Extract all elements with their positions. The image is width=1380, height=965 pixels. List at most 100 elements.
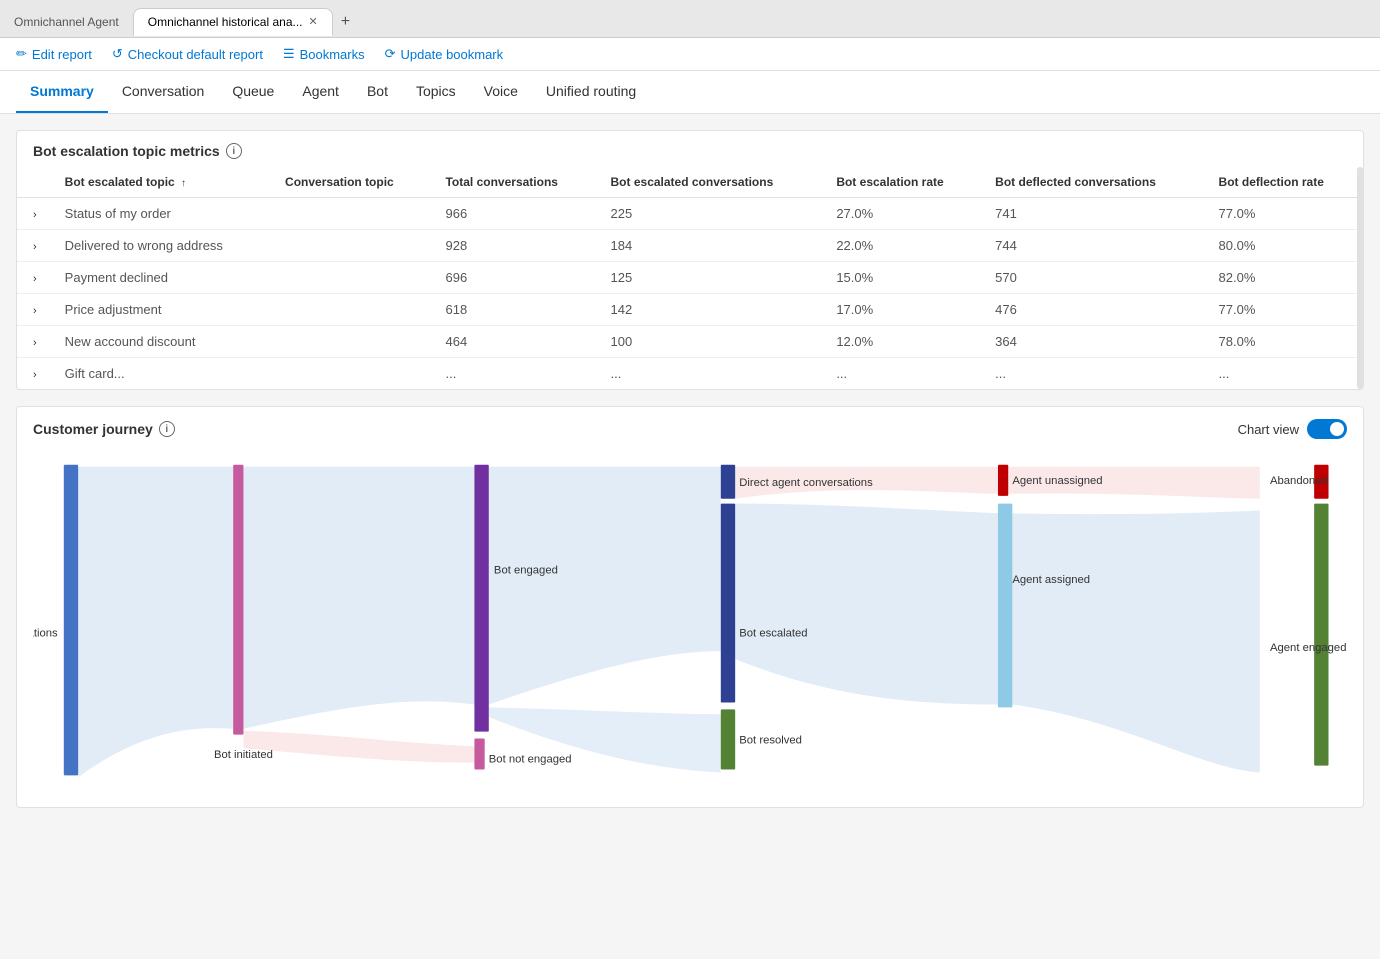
conv-topic-cell	[273, 230, 433, 262]
topic-cell: Delivered to wrong address	[53, 230, 273, 262]
esc-rate-cell: 22.0%	[824, 230, 983, 262]
total-cell: 966	[433, 198, 598, 230]
deflected-cell: 570	[983, 262, 1206, 294]
tab-close-icon[interactable]: ✕	[309, 15, 318, 28]
journey-title-text: Customer journey	[33, 421, 153, 437]
bot-metrics-header: Bot escalation topic metrics i	[17, 131, 1363, 167]
esc-rate-cell: 12.0%	[824, 326, 983, 358]
tab-queue[interactable]: Queue	[218, 71, 288, 113]
table-row: › Price adjustment 618 142 17.0% 476 77.…	[17, 294, 1363, 326]
browser-tab-bar: Omnichannel Agent Omnichannel historical…	[0, 0, 1380, 38]
esc-rate-cell: 27.0%	[824, 198, 983, 230]
tab-unified-routing[interactable]: Unified routing	[532, 71, 650, 113]
total-cell: 464	[433, 326, 598, 358]
sankey-container: Customer conversations Bot initiated Bot…	[17, 447, 1363, 807]
defl-rate-cell: 80.0%	[1207, 230, 1363, 262]
expand-cell[interactable]: ›	[17, 326, 53, 358]
total-cell: ...	[433, 358, 598, 390]
node-bot-resolved	[721, 709, 735, 769]
escalated-cell: 100	[599, 326, 825, 358]
col-escalation-rate: Bot escalation rate	[824, 167, 983, 198]
total-cell: 618	[433, 294, 598, 326]
label-bot-engaged: Bot engaged	[494, 565, 558, 577]
col-bot-escalated: Bot escalated conversations	[599, 167, 825, 198]
tab-bot[interactable]: Bot	[353, 71, 402, 113]
col-topic: Bot escalated topic ↑	[53, 167, 273, 198]
row-expand-button[interactable]: ›	[29, 209, 41, 221]
journey-info-icon[interactable]: i	[159, 421, 175, 437]
label-bot-not-engaged: Bot not engaged	[489, 754, 572, 766]
checkout-icon: ↺	[112, 46, 123, 62]
add-tab-button[interactable]: +	[333, 11, 358, 33]
deflected-cell: 476	[983, 294, 1206, 326]
bot-metrics-card: Bot escalation topic metrics i Bot escal…	[16, 130, 1364, 390]
bot-metrics-info-icon[interactable]: i	[226, 143, 242, 159]
sankey-chart: Customer conversations Bot initiated Bot…	[33, 457, 1347, 787]
tab-agent[interactable]: Agent	[288, 71, 353, 113]
node-agent-assigned	[998, 504, 1012, 708]
expand-cell[interactable]: ›	[17, 358, 53, 390]
escalated-cell: 142	[599, 294, 825, 326]
edit-icon: ✏	[16, 46, 27, 62]
col-deflected: Bot deflected conversations	[983, 167, 1206, 198]
defl-rate-cell: 82.0%	[1207, 262, 1363, 294]
row-expand-button[interactable]: ›	[29, 305, 41, 317]
scroll-indicator	[1357, 167, 1363, 389]
checkout-default-button[interactable]: ↺ Checkout default report	[112, 46, 263, 62]
col-total: Total conversations	[433, 167, 598, 198]
col-deflection-rate: Bot deflection rate	[1207, 167, 1363, 198]
label-bot-escalated: Bot escalated	[739, 628, 807, 640]
chart-view-label: Chart view	[1238, 422, 1299, 437]
table-row: › Gift card... ... ... ... ... ...	[17, 358, 1363, 390]
esc-rate-cell: 17.0%	[824, 294, 983, 326]
table-row: › Delivered to wrong address 928 184 22.…	[17, 230, 1363, 262]
node-agent-engaged	[1314, 504, 1328, 766]
refresh-icon: ⟳	[385, 46, 396, 62]
deflected-cell: ...	[983, 358, 1206, 390]
defl-rate-cell: 77.0%	[1207, 294, 1363, 326]
topic-cell: Status of my order	[53, 198, 273, 230]
bot-metrics-table-container[interactable]: Bot escalated topic ↑ Conversation topic…	[17, 167, 1363, 389]
tab-omnichannel-agent[interactable]: Omnichannel Agent	[0, 9, 133, 35]
tab-conversation[interactable]: Conversation	[108, 71, 219, 113]
label-agent-unassigned: Agent unassigned	[1012, 475, 1102, 487]
label-agent-engaged: Agent engaged	[1270, 642, 1346, 654]
conv-topic-cell	[273, 326, 433, 358]
expand-cell[interactable]: ›	[17, 230, 53, 262]
bot-metrics-tbody: › Status of my order 966 225 27.0% 741 7…	[17, 198, 1363, 390]
update-bookmark-button[interactable]: ⟳ Update bookmark	[385, 46, 504, 62]
bookmarks-button[interactable]: ☰ Bookmarks	[283, 46, 365, 62]
tab-omnichannel-historical[interactable]: Omnichannel historical ana... ✕	[133, 8, 333, 36]
topic-cell: Price adjustment	[53, 294, 273, 326]
row-expand-button[interactable]: ›	[29, 273, 41, 285]
deflected-cell: 744	[983, 230, 1206, 262]
tab-topics[interactable]: Topics	[402, 71, 470, 113]
row-expand-button[interactable]: ›	[29, 337, 41, 349]
row-expand-button[interactable]: ›	[29, 369, 41, 381]
topic-cell: New accound discount	[53, 326, 273, 358]
edit-report-button[interactable]: ✏ Edit report	[16, 46, 92, 62]
sort-icon[interactable]: ↑	[181, 178, 186, 189]
tab-summary[interactable]: Summary	[16, 71, 108, 113]
conv-topic-cell	[273, 262, 433, 294]
expand-cell[interactable]: ›	[17, 262, 53, 294]
nav-tabs: Summary Conversation Queue Agent Bot Top…	[0, 71, 1380, 114]
node-direct-agent	[721, 465, 735, 499]
expand-cell[interactable]: ›	[17, 198, 53, 230]
expand-cell[interactable]: ›	[17, 294, 53, 326]
main-content: Bot escalation topic metrics i Bot escal…	[0, 114, 1380, 959]
label-bot-resolved: Bot resolved	[739, 735, 802, 747]
toggle-container: Chart view	[1238, 419, 1347, 439]
node-bot-initiated	[233, 465, 243, 735]
bot-metrics-title: Bot escalation topic metrics	[33, 143, 220, 159]
table-header-row: Bot escalated topic ↑ Conversation topic…	[17, 167, 1363, 198]
tab-voice[interactable]: Voice	[470, 71, 532, 113]
escalated-cell: 184	[599, 230, 825, 262]
deflected-cell: 364	[983, 326, 1206, 358]
label-customer-conversations: Customer conversations	[33, 628, 58, 640]
conv-topic-cell	[273, 294, 433, 326]
defl-rate-cell: 78.0%	[1207, 326, 1363, 358]
row-expand-button[interactable]: ›	[29, 241, 41, 253]
chart-view-toggle[interactable]	[1307, 419, 1347, 439]
table-row: › Payment declined 696 125 15.0% 570 82.…	[17, 262, 1363, 294]
